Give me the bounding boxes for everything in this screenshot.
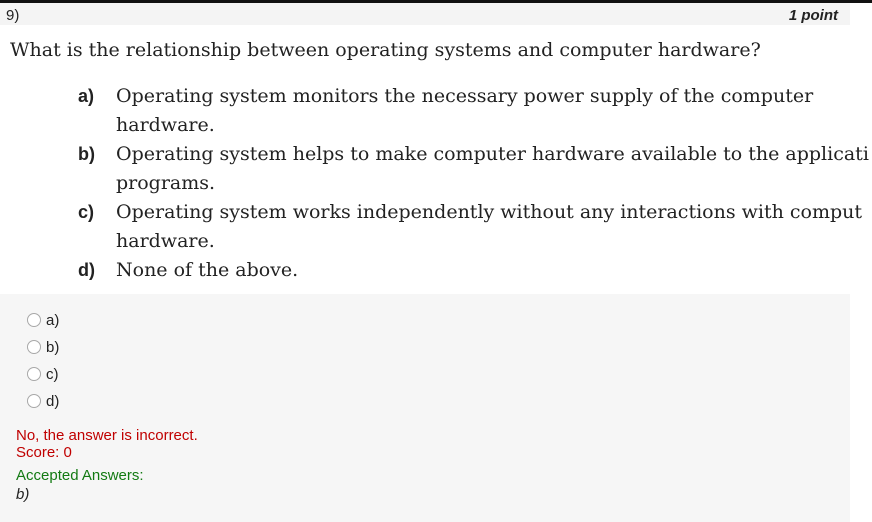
accepted-answer-value: b) — [16, 486, 30, 503]
option-b: b) Operating system helps to make comput… — [78, 140, 872, 198]
radio-option-b[interactable]: b) — [27, 337, 59, 357]
radio-button[interactable] — [27, 367, 41, 381]
radio-label: d) — [46, 392, 60, 410]
option-d: d) None of the above. — [78, 256, 872, 285]
option-letter: d) — [78, 260, 95, 280]
options-list: a) Operating system monitors the necessa… — [78, 82, 872, 285]
option-letter: b) — [78, 144, 95, 164]
question-number: 9) — [6, 7, 20, 24]
feedback-message: No, the answer is incorrect. Score: 0 — [16, 427, 198, 461]
option-letter: a) — [78, 86, 95, 106]
radio-option-c[interactable]: c) — [27, 364, 59, 384]
answer-panel: a) b) c) d) No, the answer is incorrect.… — [0, 294, 850, 522]
option-text-line: hardware. — [116, 114, 215, 136]
radio-option-d[interactable]: d) — [27, 391, 59, 411]
option-text-line: hardware. — [116, 230, 215, 252]
option-text-line: None of the above. — [116, 259, 299, 281]
radio-label: b) — [46, 338, 60, 356]
score-text: Score: 0 — [16, 444, 72, 461]
radio-button[interactable] — [27, 313, 41, 327]
option-c: c) Operating system works independently … — [78, 198, 872, 256]
option-a: a) Operating system monitors the necessa… — [78, 82, 872, 140]
question-header: 9) 1 point — [0, 3, 850, 25]
question-text: What is the relationship between operati… — [10, 39, 761, 61]
option-text-line: programs. — [116, 172, 216, 194]
accepted-answers-label: Accepted Answers: — [16, 467, 144, 484]
radio-option-a[interactable]: a) — [27, 310, 59, 330]
option-text-line: Operating system works independently wit… — [116, 201, 863, 223]
result-text: No, the answer is incorrect. — [16, 427, 198, 444]
points-label: 1 point — [788, 7, 838, 24]
radio-button[interactable] — [27, 340, 41, 354]
option-text-line: Operating system helps to make computer … — [116, 143, 869, 165]
radio-label: a) — [46, 311, 60, 329]
option-letter: c) — [78, 202, 95, 222]
radio-label: c) — [46, 365, 59, 383]
option-text-line: Operating system monitors the necessary … — [116, 85, 814, 107]
radio-button[interactable] — [27, 394, 41, 408]
